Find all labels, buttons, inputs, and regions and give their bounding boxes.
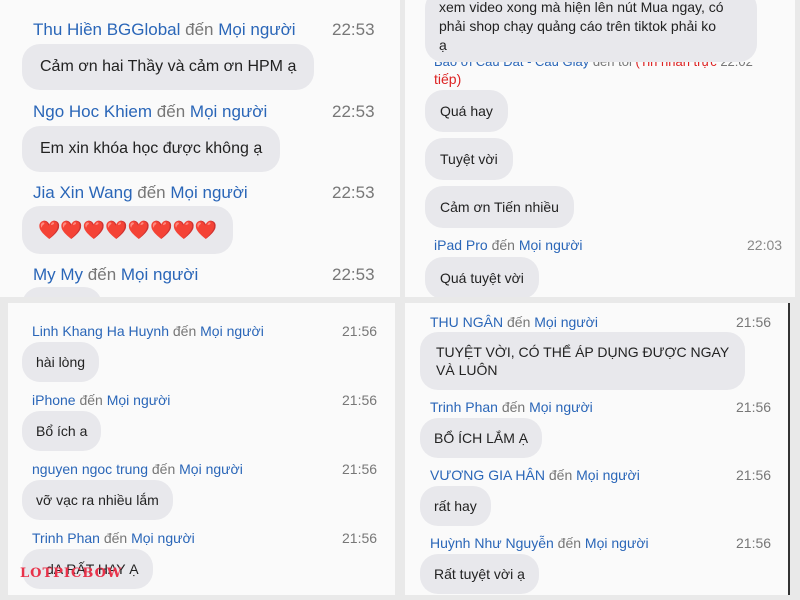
chat-panel-bottom-left: Linh Khang Ha Huynh đến Mọi người 21:56 … [8, 303, 395, 595]
sender-name[interactable]: My My [33, 265, 83, 284]
bubble-line: ạ [439, 37, 447, 53]
recipient: Mọi người [518, 237, 583, 253]
recipient: Mọi người [179, 461, 243, 477]
recipient: Mọi người [584, 535, 649, 551]
to-label: đến [79, 392, 103, 408]
message-bubble [22, 287, 102, 297]
sender-name[interactable]: Ngo Hoc Khiem [33, 102, 152, 121]
message-bubble: TUYỆT VỜI, CÓ THỂ ÁP DỤNG ĐƯỢC NGAY VÀ L… [420, 332, 746, 390]
message-bubble: Em xin khóa học được không ạ [22, 126, 281, 172]
sender-name[interactable]: THU NGÂN [430, 314, 503, 330]
message-bubble: Cảm ơn hai Thầy và cảm ơn HPM ạ [22, 44, 315, 90]
to-label: đến [103, 530, 128, 546]
recipient: Mọi người [106, 392, 171, 408]
timestamp: 21:56 [342, 461, 378, 477]
message-bubble: Tuyệt vời [425, 138, 513, 180]
timestamp: 21:56 [736, 535, 772, 551]
recipient: Mọi người [534, 314, 598, 330]
timestamp: 21:56 [736, 467, 772, 483]
message-bubble: hài lòng [22, 342, 100, 382]
sender-name[interactable]: VƯƠNG GIA HÂN [430, 467, 545, 483]
to-label: đến [172, 323, 197, 339]
timestamp: 21:56 [342, 323, 378, 339]
recipient: Mọi người [218, 20, 296, 39]
recipient: Mọi người [120, 265, 199, 284]
to-label: đến [87, 265, 117, 284]
to-label: đến [156, 102, 186, 121]
timestamp: 22:53 [332, 102, 375, 121]
sender-name[interactable]: Linh Khang Ha Huynh [32, 323, 169, 339]
sender-name[interactable]: Thu Hiền BGGlobal [33, 20, 180, 39]
recipient: Mọi người [529, 399, 593, 415]
message-bubble: Cảm ơn Tiến nhiều [425, 186, 574, 228]
to-label: đến [491, 237, 515, 253]
to-label: đến [501, 399, 526, 415]
recipient: Mọi người [200, 323, 264, 339]
sender-name[interactable]: Jia Xin Wang [33, 183, 133, 202]
message-bubble: BỔ ÍCH LẮM Ạ [420, 418, 543, 458]
dm-note-cont: tiếp) [434, 71, 462, 87]
to-label: đến [151, 461, 176, 477]
message-bubble: rất hay [420, 486, 491, 526]
to-label: đến [137, 183, 166, 202]
timestamp: 21:56 [736, 399, 772, 415]
timestamp: 21:56 [736, 314, 772, 330]
to-label: đến [548, 467, 573, 483]
message-bubble: Quá tuyệt vời [425, 257, 539, 297]
message-bubble: Rất tuyệt vời ạ [420, 554, 539, 594]
chat-panel-top-left: Thu Hiền BGGlobal đến Mọi người 22:53 Cả… [0, 0, 400, 297]
timestamp: 22:53 [332, 265, 375, 284]
to-label: đến [185, 20, 214, 39]
sender-name[interactable]: iPad Pro [434, 237, 488, 253]
sender-name[interactable]: nguyen ngoc trung [32, 461, 148, 477]
sender-name[interactable]: Huỳnh Như Nguyễn [430, 535, 554, 551]
message-bubble: Quá hay [425, 90, 508, 132]
chat-panel-bottom-right: THU NGÂN đến Mọi người 21:56 TUYỆT VỜI, … [405, 303, 790, 595]
bubble-line: phải shop chạy quảng cáo trên tiktok phả… [439, 18, 717, 34]
chat-panel-top-right: xem video xong mà hiện lên nút Mua ngay,… [405, 0, 795, 297]
timestamp: 22:03 [747, 237, 783, 253]
recipient: Mọi người [576, 467, 640, 483]
recipient: Mọi người [189, 102, 268, 121]
to-label: đến [507, 314, 531, 330]
bubble-line: TUYỆT VỜI, CÓ THỂ ÁP DỤNG ĐƯỢC NGAY [436, 344, 730, 360]
sender-name[interactable]: Trinh Phan [430, 399, 498, 415]
watermark-logo: LOTPICBOW [20, 566, 123, 581]
hearts-bubble: ❤️❤️❤️❤️❤️❤️❤️❤️ [22, 206, 234, 254]
recipient: Mọi người [170, 183, 248, 202]
timestamp: 22:53 [332, 20, 375, 39]
timestamp: 21:56 [342, 530, 378, 546]
timestamp: 21:56 [342, 392, 378, 408]
sender-name[interactable]: iPhone [32, 392, 76, 408]
message-bubble: Bổ ích a [22, 411, 102, 451]
to-label: đến [557, 535, 582, 551]
timestamp: 22:53 [332, 183, 375, 202]
recipient: Mọi người [131, 530, 195, 546]
bubble-line: VÀ LUÔN [436, 362, 498, 378]
sender-name[interactable]: Trinh Phan [32, 530, 100, 546]
message-bubble: xem video xong mà hiện lên nút Mua ngay,… [425, 0, 757, 62]
message-bubble: vỡ vạc ra nhiều lắm [22, 480, 173, 520]
bubble-line: xem video xong mà hiện lên nút Mua ngay,… [439, 0, 724, 15]
